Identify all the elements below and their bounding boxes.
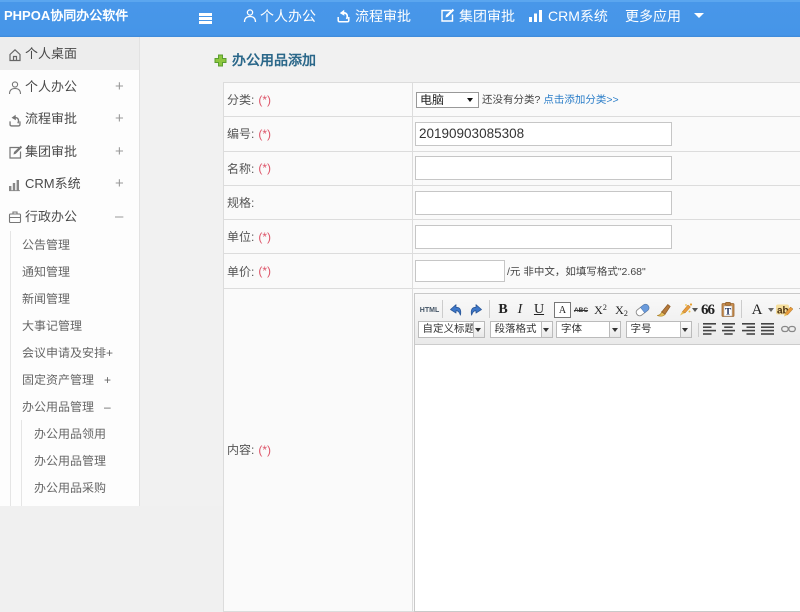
svg-text:T: T [725, 308, 732, 318]
